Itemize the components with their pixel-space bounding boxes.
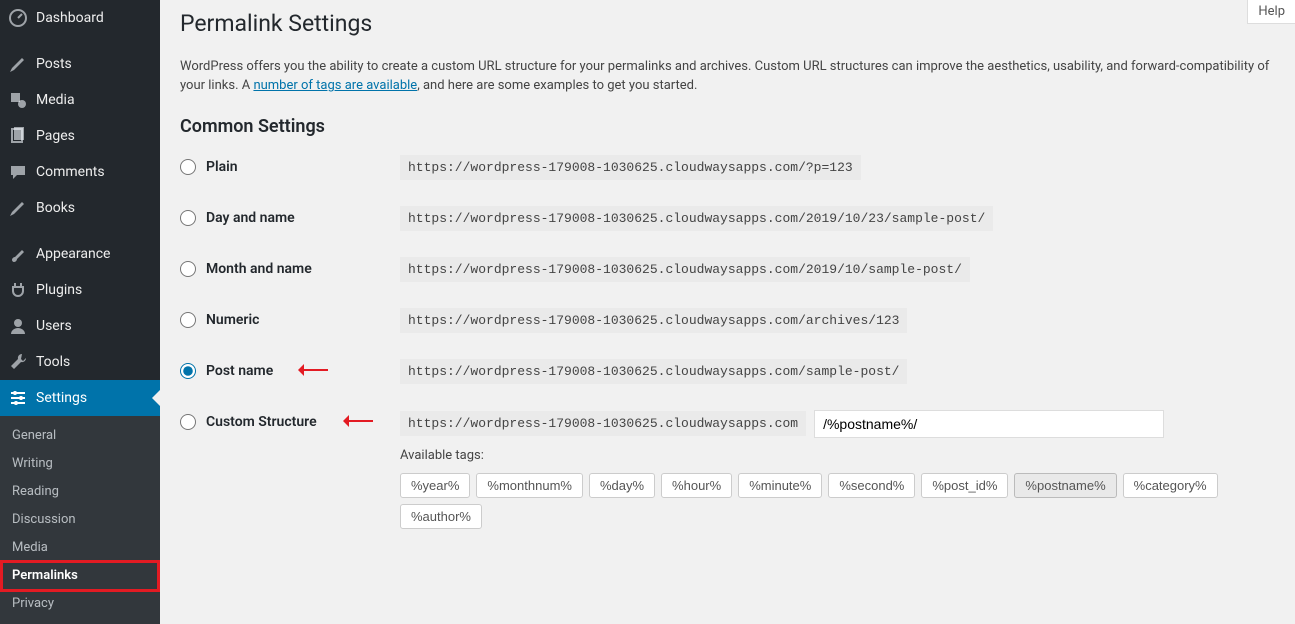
user-icon bbox=[8, 316, 28, 336]
url-sample-month: https://wordpress-179008-1030625.cloudwa… bbox=[400, 257, 970, 282]
submenu-privacy[interactable]: Privacy bbox=[0, 590, 160, 618]
url-sample-numeric: https://wordpress-179008-1030625.cloudwa… bbox=[400, 308, 907, 333]
sidebar-item-label: Pages bbox=[36, 128, 75, 144]
url-sample-plain: https://wordpress-179008-1030625.cloudwa… bbox=[400, 155, 861, 180]
tag-hour-button[interactable]: %hour% bbox=[661, 473, 732, 498]
option-label-plain: Plain bbox=[206, 159, 238, 175]
tag-day-button[interactable]: %day% bbox=[589, 473, 655, 498]
sidebar-item-appearance[interactable]: Appearance bbox=[0, 236, 160, 272]
settings-icon bbox=[8, 388, 28, 408]
radio-post-name[interactable] bbox=[180, 363, 196, 379]
sidebar-item-label: Appearance bbox=[36, 246, 110, 262]
sidebar-item-dashboard[interactable]: Dashboard bbox=[0, 0, 160, 36]
url-sample-postname: https://wordpress-179008-1030625.cloudwa… bbox=[400, 359, 907, 384]
submenu-discussion[interactable]: Discussion bbox=[0, 506, 160, 534]
pin-icon bbox=[8, 54, 28, 74]
submenu-permalinks[interactable]: Permalinks bbox=[0, 562, 160, 590]
sidebar-item-label: Dashboard bbox=[36, 10, 104, 26]
sidebar-item-comments[interactable]: Comments bbox=[0, 154, 160, 190]
radio-month-and-name[interactable] bbox=[180, 261, 196, 277]
tag-postname-button[interactable]: %postname% bbox=[1014, 473, 1116, 498]
custom-structure-input[interactable] bbox=[814, 410, 1164, 438]
sidebar-item-label: Tools bbox=[36, 354, 70, 370]
option-label-day: Day and name bbox=[206, 210, 295, 226]
submenu-media[interactable]: Media bbox=[0, 534, 160, 562]
option-row-month: Month and name https://wordpress-179008-… bbox=[180, 257, 1275, 282]
tag-year-button[interactable]: %year% bbox=[400, 473, 470, 498]
sidebar-item-label: Users bbox=[36, 318, 72, 334]
custom-base-url: https://wordpress-179008-1030625.cloudwa… bbox=[400, 411, 806, 436]
main-content: Help Permalink Settings WordPress offers… bbox=[160, 0, 1295, 609]
sidebar-item-tools[interactable]: Tools bbox=[0, 344, 160, 380]
media-icon bbox=[8, 90, 28, 110]
sidebar-item-pages[interactable]: Pages bbox=[0, 118, 160, 154]
sidebar-item-settings[interactable]: Settings bbox=[0, 380, 160, 416]
available-tags-row: %year% %monthnum% %day% %hour% %minute% … bbox=[400, 473, 1275, 529]
brush-icon bbox=[8, 244, 28, 264]
common-settings-heading: Common Settings bbox=[180, 116, 1275, 137]
option-row-plain: Plain https://wordpress-179008-1030625.c… bbox=[180, 155, 1275, 180]
intro-post: , and here are some examples to get you … bbox=[417, 78, 697, 93]
sidebar-item-label: Settings bbox=[36, 390, 87, 406]
option-label-postname: Post name bbox=[206, 363, 273, 379]
option-label-numeric: Numeric bbox=[206, 312, 259, 328]
sidebar-item-posts[interactable]: Posts bbox=[0, 46, 160, 82]
tag-author-button[interactable]: %author% bbox=[400, 504, 482, 529]
available-tags-label: Available tags: bbox=[400, 448, 1275, 463]
wrench-icon bbox=[8, 352, 28, 372]
settings-submenu: General Writing Reading Discussion Media… bbox=[0, 416, 160, 624]
sidebar-item-label: Books bbox=[36, 200, 75, 216]
radio-plain[interactable] bbox=[180, 159, 196, 175]
radio-numeric[interactable] bbox=[180, 312, 196, 328]
submenu-general[interactable]: General bbox=[0, 422, 160, 450]
plug-icon bbox=[8, 280, 28, 300]
option-row-postname: Post name https://wordpress-179008-10306… bbox=[180, 359, 1275, 384]
submenu-writing[interactable]: Writing bbox=[0, 450, 160, 478]
radio-day-and-name[interactable] bbox=[180, 210, 196, 226]
sidebar-item-label: Media bbox=[36, 92, 75, 108]
submenu-reading[interactable]: Reading bbox=[0, 478, 160, 506]
tag-second-button[interactable]: %second% bbox=[828, 473, 915, 498]
sidebar-item-media[interactable]: Media bbox=[0, 82, 160, 118]
tags-available-link[interactable]: number of tags are available bbox=[253, 78, 417, 93]
tag-post-id-button[interactable]: %post_id% bbox=[921, 473, 1008, 498]
radio-custom-structure[interactable] bbox=[180, 414, 196, 430]
sidebar-item-users[interactable]: Users bbox=[0, 308, 160, 344]
option-row-day: Day and name https://wordpress-179008-10… bbox=[180, 206, 1275, 231]
tag-category-button[interactable]: %category% bbox=[1123, 473, 1218, 498]
help-tab[interactable]: Help bbox=[1247, 0, 1295, 24]
option-label-month: Month and name bbox=[206, 261, 312, 277]
dashboard-icon bbox=[8, 8, 28, 28]
pages-icon bbox=[8, 126, 28, 146]
tag-minute-button[interactable]: %minute% bbox=[738, 473, 822, 498]
option-row-custom: Custom Structure https://wordpress-17900… bbox=[180, 410, 1275, 529]
admin-sidebar: Dashboard Posts Media Pages Comments Boo… bbox=[0, 0, 160, 609]
sidebar-item-label: Posts bbox=[36, 56, 72, 72]
url-sample-day: https://wordpress-179008-1030625.cloudwa… bbox=[400, 206, 993, 231]
sidebar-item-plugins[interactable]: Plugins bbox=[0, 272, 160, 308]
page-title: Permalink Settings bbox=[180, 0, 1275, 43]
sidebar-item-label: Plugins bbox=[36, 282, 82, 298]
comments-icon bbox=[8, 162, 28, 182]
sidebar-item-books[interactable]: Books bbox=[0, 190, 160, 226]
option-label-custom: Custom Structure bbox=[206, 414, 317, 430]
intro-text: WordPress offers you the ability to crea… bbox=[180, 57, 1275, 96]
tag-monthnum-button[interactable]: %monthnum% bbox=[476, 473, 583, 498]
sidebar-item-label: Comments bbox=[36, 164, 105, 180]
option-row-numeric: Numeric https://wordpress-179008-1030625… bbox=[180, 308, 1275, 333]
pin-icon bbox=[8, 198, 28, 218]
